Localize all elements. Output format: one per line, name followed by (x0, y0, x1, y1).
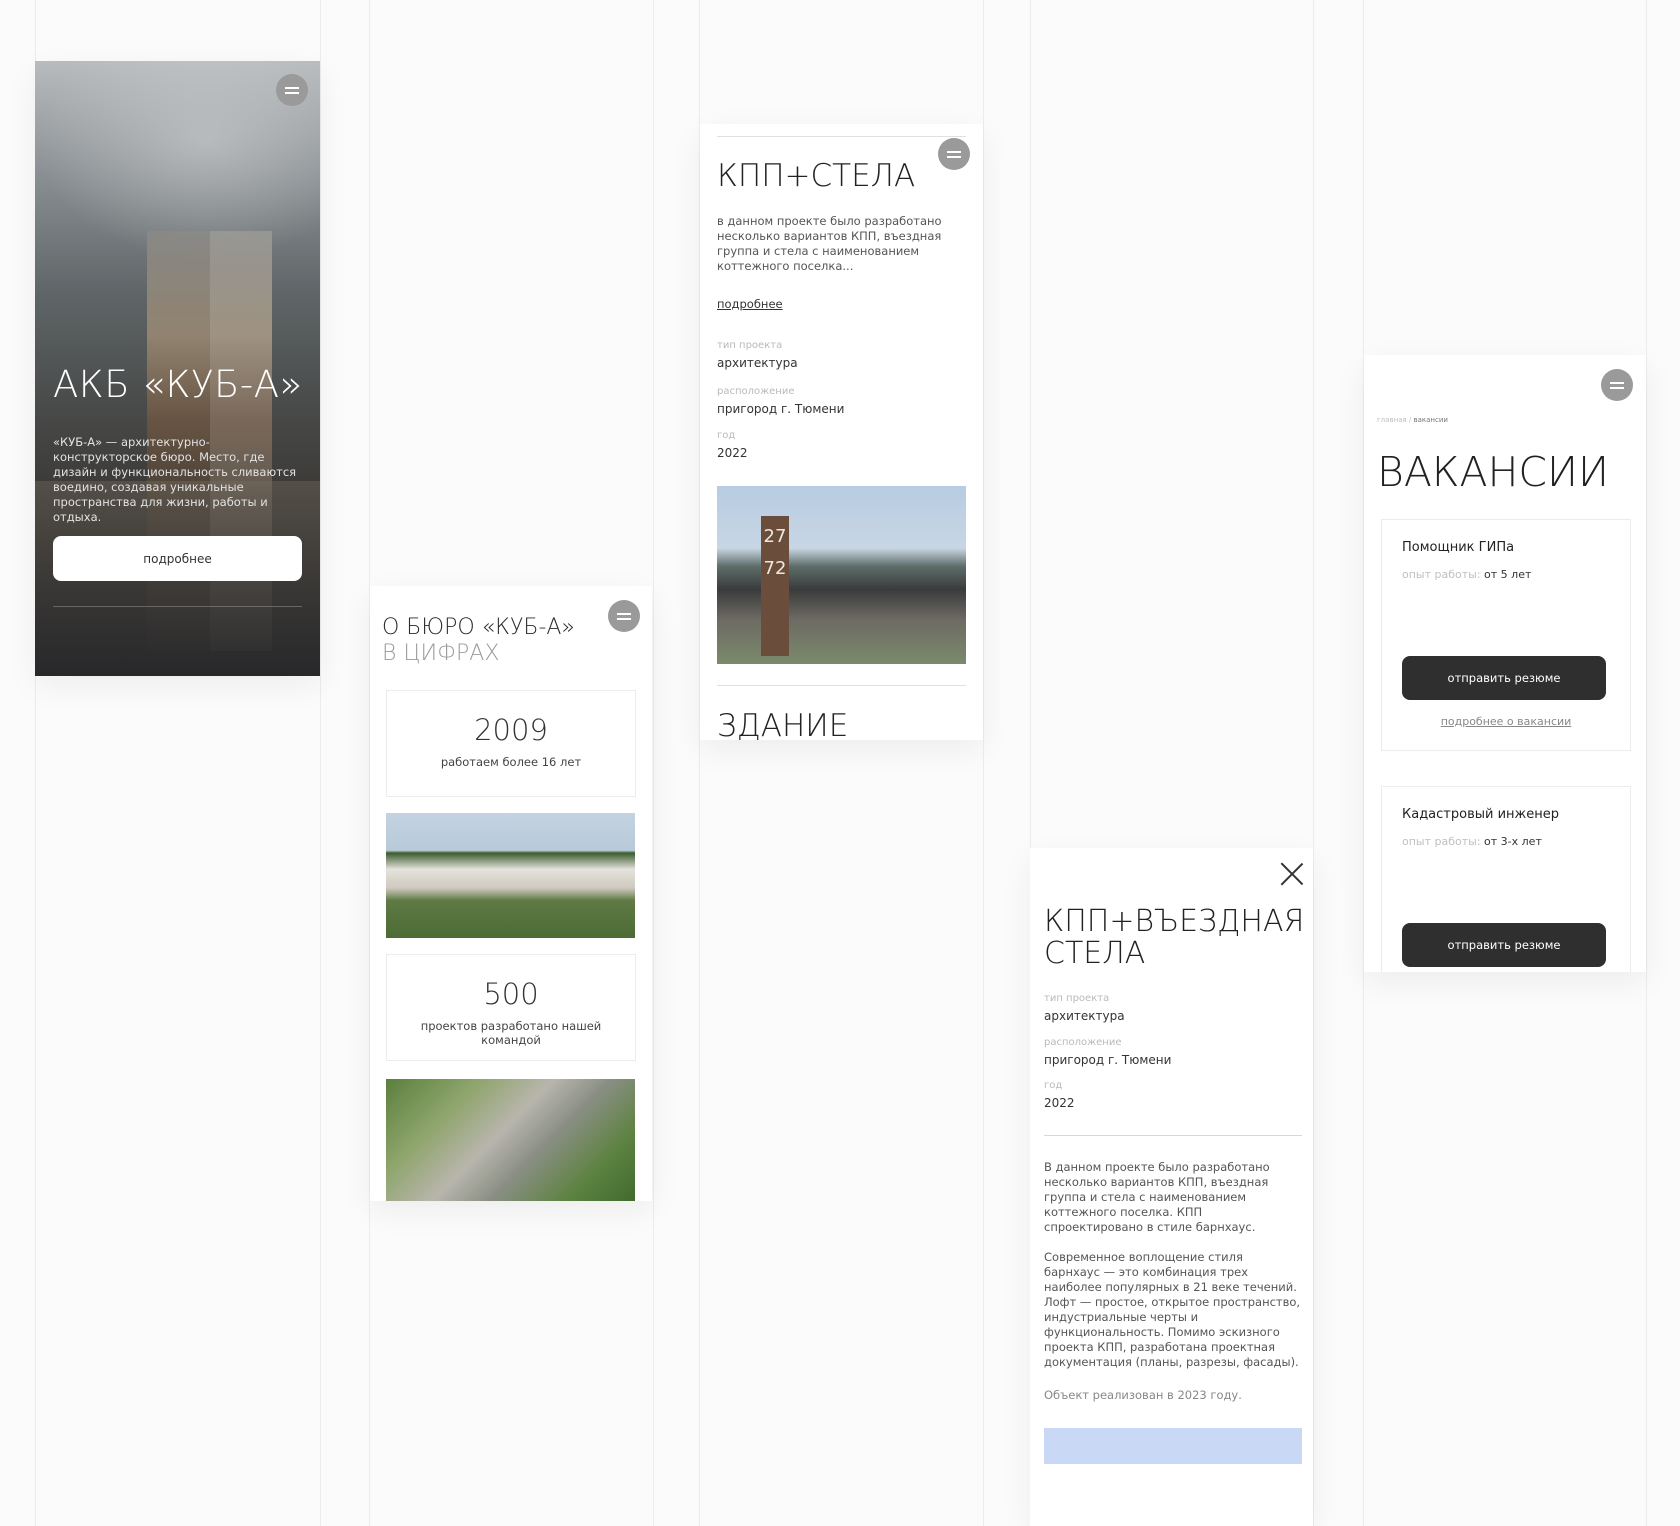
meta-value: 2022 (1044, 1096, 1075, 1110)
hero-description: «КУБ-А» — архитектурно-конструкторское б… (53, 435, 297, 524)
close-icon[interactable] (1280, 862, 1304, 886)
detail-paragraph: В данном проекте было разработано нескол… (1044, 1160, 1270, 1234)
experience-value: от 3-х лет (1484, 835, 1542, 848)
page-title: ВАКАНСИИ (1377, 448, 1609, 496)
meta-value: пригород г. Тюмени (717, 402, 845, 416)
stat-label: работаем более 16 лет (440, 755, 582, 769)
project-photo[interactable]: 27 72 (717, 486, 966, 664)
about-screen: О БЮРО «КУБ-А» В ЦИФРАХ 2009 работаем бо… (370, 586, 652, 1201)
project-detail-screen: КПП+ВЪЕЗДНАЯ СТЕЛА тип проекта архитекту… (1030, 848, 1313, 1526)
stat-number: 2009 (474, 713, 548, 747)
menu-icon[interactable] (276, 74, 308, 106)
stat-number: 500 (483, 977, 539, 1011)
stele-number: 27 (763, 526, 787, 547)
project-photo (386, 813, 635, 938)
project-title: КПП+СТЕЛА (717, 158, 916, 194)
column-guide (983, 0, 984, 1526)
detail-title: КПП+ВЪЕЗДНАЯ СТЕЛА (1044, 904, 1305, 971)
send-resume-button[interactable]: отправить резюме (1402, 656, 1606, 700)
detail-paragraph: Современное воплощение стиля барнхаус — … (1044, 1250, 1301, 1369)
project-screen: КПП+СТЕЛА в данном проекте было разработ… (700, 124, 983, 740)
hero-more-button[interactable]: подробнее (53, 536, 302, 581)
meta-label: тип проекта (1044, 993, 1110, 1004)
column-guide (1313, 0, 1314, 1526)
hero-divider (53, 606, 302, 607)
detail-image-placeholder (1044, 1428, 1302, 1464)
stat-card: 500 проектов разработано нашей командой (386, 954, 636, 1061)
vacancies-screen: главная / вакансии ВАКАНСИИ Помощник ГИП… (1364, 355, 1646, 972)
meta-label: тип проекта (717, 340, 783, 351)
vacancy-title: Кадастровый инженер (1402, 807, 1559, 822)
experience-value: от 5 лет (1484, 568, 1532, 581)
meta-label: расположение (1044, 1037, 1122, 1048)
column-guide (653, 0, 654, 1526)
breadcrumb-separator: / (1408, 416, 1412, 424)
menu-icon[interactable] (608, 600, 640, 632)
menu-icon[interactable] (938, 138, 970, 170)
about-subheading: В ЦИФРАХ (382, 641, 500, 666)
stele-image: 27 72 (761, 516, 789, 656)
menu-icon[interactable] (1601, 369, 1633, 401)
vacancy-details-link[interactable]: подробнее о вакансии (1382, 715, 1630, 728)
breadcrumb-home[interactable]: главная (1377, 416, 1407, 424)
breadcrumb: главная / вакансии (1377, 416, 1448, 424)
divider (717, 136, 966, 137)
experience-label: опыт работы: (1402, 568, 1481, 581)
vacancy-experience: опыт работы: от 3-х лет (1402, 835, 1542, 848)
meta-value: 2022 (717, 446, 748, 460)
hero-screen: АКБ «КУБ-А» «КУБ-А» — архитектурно-конст… (35, 61, 320, 676)
meta-label: год (717, 430, 736, 441)
project-more-link[interactable]: подробнее (717, 297, 783, 311)
send-resume-button[interactable]: отправить резюме (1402, 923, 1606, 967)
vacancy-title: Помощник ГИПа (1402, 540, 1515, 555)
meta-value: архитектура (717, 356, 798, 370)
project-photo (386, 1079, 635, 1201)
column-guide (1646, 0, 1647, 1526)
vacancy-experience: опыт работы: от 5 лет (1402, 568, 1531, 581)
vacancy-card: Кадастровый инженер опыт работы: от 3-х … (1381, 786, 1631, 972)
divider (1044, 1135, 1302, 1136)
column-guide (320, 0, 321, 1526)
breadcrumb-current: вакансии (1413, 416, 1448, 424)
next-project-title[interactable]: ЗДАНИЕ (717, 708, 848, 740)
project-description: в данном проекте было разработано нескол… (717, 214, 942, 273)
experience-label: опыт работы: (1402, 835, 1481, 848)
meta-value: пригород г. Тюмени (1044, 1053, 1172, 1067)
meta-label: расположение (717, 386, 795, 397)
meta-label: год (1044, 1080, 1063, 1091)
stat-card: 2009 работаем более 16 лет (386, 690, 636, 797)
hero-title: АКБ «КУБ-А» (53, 363, 303, 406)
detail-paragraph: Объект реализован в 2023 году. (1044, 1388, 1242, 1402)
stele-number: 72 (763, 558, 787, 579)
divider (717, 685, 966, 686)
vacancy-card: Помощник ГИПа опыт работы: от 5 лет отпр… (1381, 519, 1631, 751)
about-heading: О БЮРО «КУБ-А» (382, 615, 575, 640)
about-title: О БЮРО «КУБ-А» В ЦИФРАХ (382, 615, 575, 667)
meta-value: архитектура (1044, 1009, 1125, 1023)
stat-label: проектов разработано нашей командой (420, 1019, 602, 1047)
